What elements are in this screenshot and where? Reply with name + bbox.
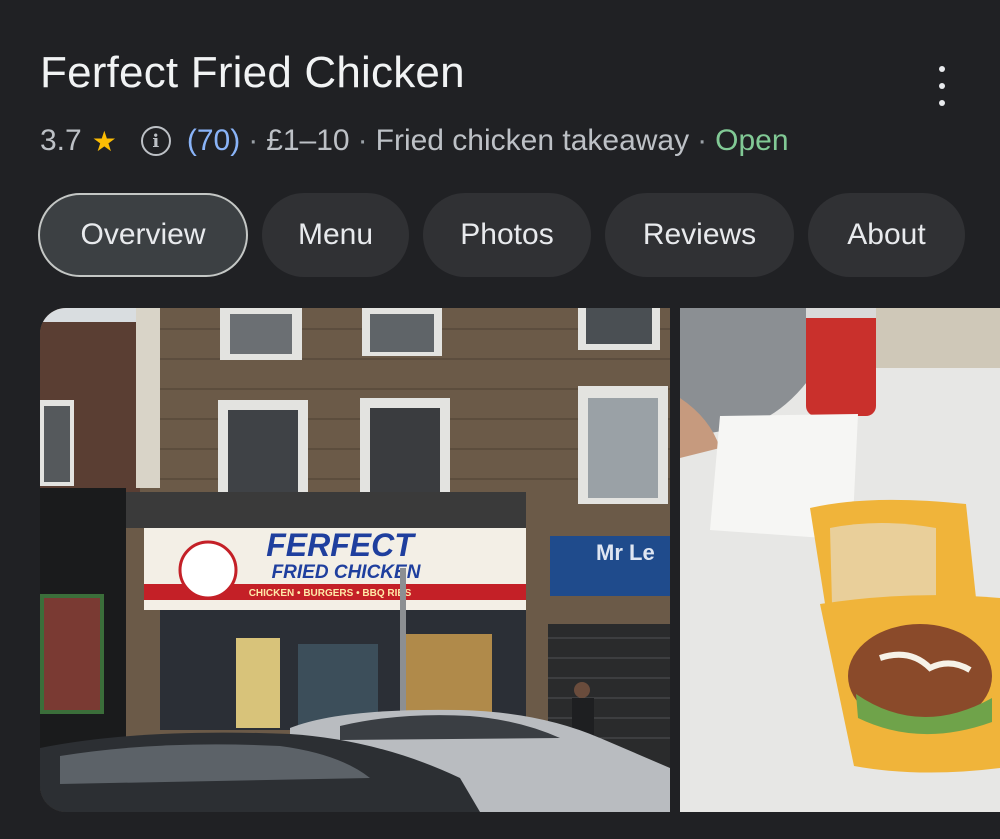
separator: ·: [248, 124, 259, 157]
sign-line1: FERFECT: [266, 527, 416, 563]
tab-about[interactable]: About: [808, 193, 965, 277]
tab-photos[interactable]: Photos: [423, 193, 591, 277]
tab-menu[interactable]: Menu: [262, 193, 409, 277]
more-vert-icon[interactable]: [928, 66, 956, 106]
place-title: Ferfect Fried Chicken: [40, 48, 465, 97]
category: Fried chicken takeaway: [375, 124, 690, 157]
rating-value: 3.7: [40, 124, 82, 157]
tab-reviews[interactable]: Reviews: [605, 193, 794, 277]
tab-bar: Overview Menu Photos Reviews About: [38, 193, 965, 277]
storefront-photo[interactable]: FERFECT FRIED CHICKEN CHICKEN • BURGERS …: [40, 308, 670, 812]
food-photo[interactable]: [680, 308, 1000, 812]
separator: ·: [357, 124, 368, 157]
separator: ·: [697, 124, 708, 157]
sign-line3: CHICKEN • BURGERS • BBQ RIBS: [249, 588, 412, 599]
tab-overview[interactable]: Overview: [38, 193, 248, 277]
info-icon[interactable]: i: [140, 126, 171, 156]
sign-line2: FRIED CHICKEN: [272, 562, 422, 583]
price-range: £1–10: [266, 124, 350, 157]
neighbor-sign: Mr Le: [596, 540, 655, 565]
star-icon: ★: [91, 125, 117, 157]
place-meta: 3.7 ★ i (70) · £1–10 · Fried chicken tak…: [40, 124, 789, 158]
review-count-link[interactable]: (70): [187, 124, 240, 158]
open-status: Open: [715, 124, 789, 157]
